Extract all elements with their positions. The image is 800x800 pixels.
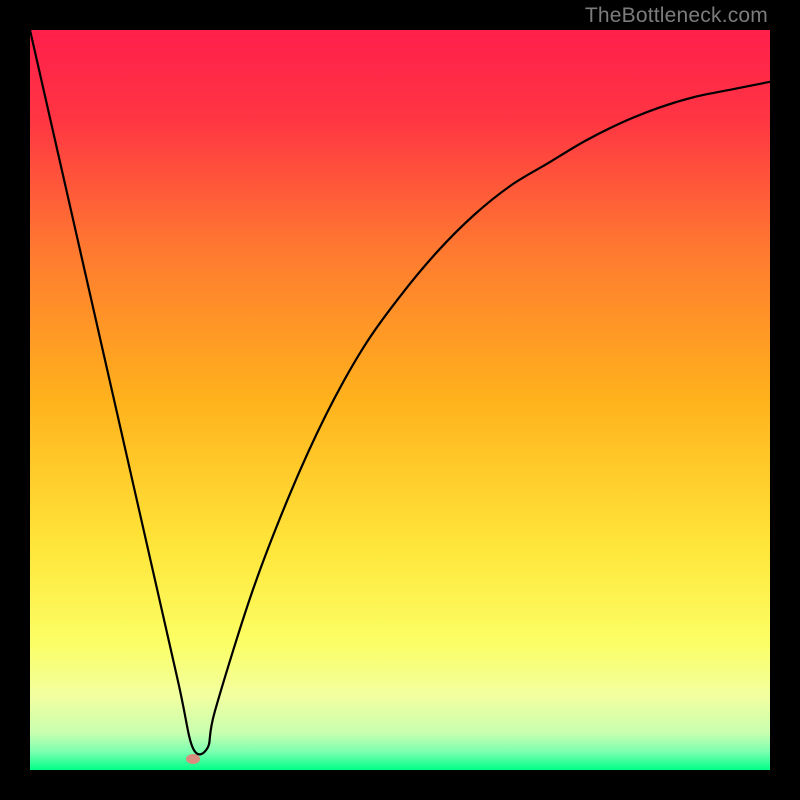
plot-area [30,30,770,770]
watermark-text: TheBottleneck.com [585,4,768,28]
optimal-point-marker [186,754,200,764]
chart-frame: TheBottleneck.com [0,0,800,800]
bottleneck-curve [30,30,770,770]
